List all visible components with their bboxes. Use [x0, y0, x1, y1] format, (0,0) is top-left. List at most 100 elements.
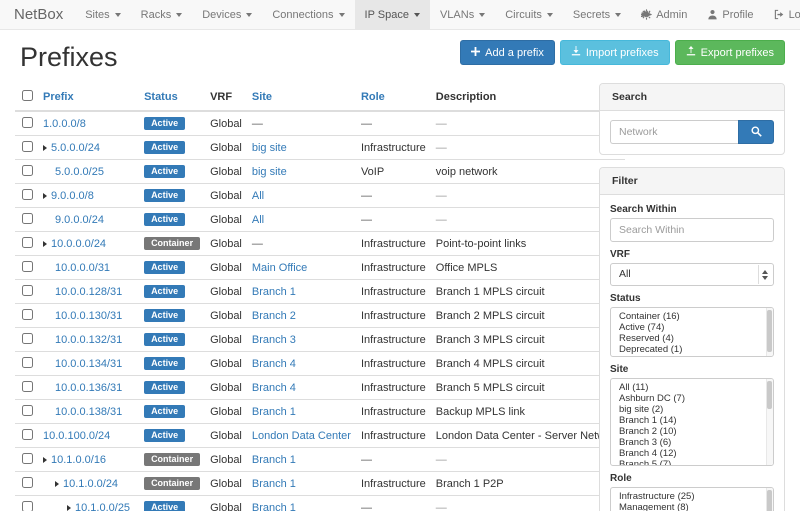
site-link[interactable]: Branch 1 [252, 406, 296, 418]
site-link[interactable]: Branch 1 [252, 478, 296, 490]
prefix-link[interactable]: 10.0.0.130/31 [55, 310, 122, 322]
filter-option[interactable]: All (11) [611, 382, 773, 393]
role-scrollbar-thumb[interactable] [767, 490, 772, 511]
prefix-link[interactable]: 10.1.0.0/24 [63, 478, 118, 490]
filter-option[interactable]: Reserved (4) [611, 333, 773, 344]
prefix-link[interactable]: 10.0.0.132/31 [55, 334, 122, 346]
search-button[interactable] [738, 120, 774, 144]
prefix-link[interactable]: 9.0.0.0/8 [51, 190, 94, 202]
prefix-link[interactable]: 5.0.0.0/25 [55, 166, 104, 178]
row-checkbox[interactable] [22, 357, 33, 368]
add-prefix-button[interactable]: Add a prefix [460, 40, 555, 65]
filter-option[interactable]: Deprecated (1) [611, 344, 773, 355]
filter-option[interactable]: Branch 4 (12) [611, 448, 773, 459]
column-header-site[interactable]: Site [247, 83, 356, 111]
prefix-link[interactable]: 10.0.0.138/31 [55, 406, 122, 418]
row-checkbox[interactable] [22, 477, 33, 488]
import-prefixes-button[interactable]: Import prefixes [560, 40, 670, 65]
row-checkbox[interactable] [22, 117, 33, 128]
nav-item-sites[interactable]: Sites [75, 0, 130, 29]
vrf-cell: Global [205, 304, 247, 328]
site-link[interactable]: Branch 3 [252, 334, 296, 346]
column-header-vrf: VRF [205, 83, 247, 111]
site-link[interactable]: Main Office [252, 262, 307, 274]
filter-option[interactable]: Branch 5 (7) [611, 459, 773, 466]
filter-option[interactable]: Branch 3 (6) [611, 437, 773, 448]
select-all-checkbox[interactable] [22, 90, 33, 101]
row-checkbox[interactable] [22, 285, 33, 296]
site-link[interactable]: London Data Center [252, 430, 351, 442]
log-out-icon [774, 9, 785, 20]
site-multiselect[interactable]: All (11)Ashburn DC (7)big site (2)Branch… [610, 378, 774, 466]
row-checkbox[interactable] [22, 501, 33, 511]
row-checkbox[interactable] [22, 237, 33, 248]
netbox-brand[interactable]: NetBox [0, 0, 75, 29]
description-cell: — [431, 448, 626, 472]
nav-item-racks[interactable]: Racks [131, 0, 193, 29]
status-scrollbar-thumb[interactable] [767, 310, 772, 352]
row-checkbox[interactable] [22, 405, 33, 416]
prefix-link[interactable]: 10.0.0.136/31 [55, 382, 122, 394]
prefix-link[interactable]: 1.0.0.0/8 [43, 118, 86, 130]
nav-item-ip-space[interactable]: IP Space [355, 0, 430, 29]
row-checkbox[interactable] [22, 453, 33, 464]
filter-option[interactable]: Branch 1 (14) [611, 415, 773, 426]
profile-link[interactable]: Profile [697, 0, 763, 29]
site-link[interactable]: All [252, 214, 264, 226]
search-within-input[interactable] [610, 218, 774, 242]
row-checkbox[interactable] [22, 213, 33, 224]
prefix-link[interactable]: 9.0.0.0/24 [55, 214, 104, 226]
row-checkbox[interactable] [22, 141, 33, 152]
site-link[interactable]: Branch 2 [252, 310, 296, 322]
filter-option[interactable]: Container (16) [611, 311, 773, 322]
filter-option[interactable]: Infrastructure (25) [611, 491, 773, 502]
site-link[interactable]: Branch 1 [252, 502, 296, 511]
export-prefixes-button[interactable]: Export prefixes [675, 40, 785, 65]
nav-item-circuits[interactable]: Circuits [495, 0, 563, 29]
nav-item-secrets[interactable]: Secrets [563, 0, 631, 29]
prefix-link[interactable]: 5.0.0.0/24 [51, 142, 100, 154]
site-link[interactable]: Branch 4 [252, 382, 296, 394]
prefix-link[interactable]: 10.0.0.128/31 [55, 286, 122, 298]
prefix-link[interactable]: 10.0.0.0/31 [55, 262, 110, 274]
row-checkbox[interactable] [22, 381, 33, 392]
column-header-prefix[interactable]: Prefix [38, 83, 139, 111]
column-header-role[interactable]: Role [356, 83, 431, 111]
prefix-link[interactable]: 10.0.0.0/24 [51, 238, 106, 250]
chevron-down-icon [115, 13, 121, 17]
row-checkbox[interactable] [22, 189, 33, 200]
role-cell: Infrastructure [356, 352, 431, 376]
site-link[interactable]: big site [252, 166, 287, 178]
row-checkbox[interactable] [22, 309, 33, 320]
site-link[interactable]: Branch 4 [252, 358, 296, 370]
nav-item-devices[interactable]: Devices [192, 0, 262, 29]
prefix-link[interactable]: 10.1.0.0/16 [51, 454, 106, 466]
site-link[interactable]: Branch 1 [252, 454, 296, 466]
site-link[interactable]: All [252, 190, 264, 202]
role-multiselect[interactable]: Infrastructure (25)Management (8)Private… [610, 487, 774, 511]
filter-option[interactable]: Management (8) [611, 502, 773, 511]
log-out-link[interactable]: Log out [764, 0, 800, 29]
vrf-select[interactable]: All [610, 263, 774, 286]
prefix-link[interactable]: 10.0.100.0/24 [43, 430, 110, 442]
nav-item-connections[interactable]: Connections [262, 0, 354, 29]
site-scrollbar-thumb[interactable] [767, 381, 772, 409]
filter-option[interactable]: Active (74) [611, 322, 773, 333]
filter-option[interactable]: Ashburn DC (7) [611, 393, 773, 404]
site-link[interactable]: big site [252, 142, 287, 154]
row-checkbox[interactable] [22, 165, 33, 176]
column-header-status[interactable]: Status [139, 83, 205, 111]
row-checkbox[interactable] [22, 261, 33, 272]
nav-item-vlans[interactable]: VLANs [430, 0, 495, 29]
expand-caret-icon [43, 457, 47, 463]
row-checkbox[interactable] [22, 333, 33, 344]
search-input[interactable] [610, 120, 738, 144]
row-checkbox[interactable] [22, 429, 33, 440]
status-multiselect[interactable]: Container (16)Active (74)Reserved (4)Dep… [610, 307, 774, 357]
filter-option[interactable]: Branch 2 (10) [611, 426, 773, 437]
prefix-link[interactable]: 10.0.0.134/31 [55, 358, 122, 370]
site-link[interactable]: Branch 1 [252, 286, 296, 298]
admin-link[interactable]: Admin [631, 0, 697, 29]
filter-option[interactable]: big site (2) [611, 404, 773, 415]
prefix-link[interactable]: 10.1.0.0/25 [75, 502, 130, 511]
